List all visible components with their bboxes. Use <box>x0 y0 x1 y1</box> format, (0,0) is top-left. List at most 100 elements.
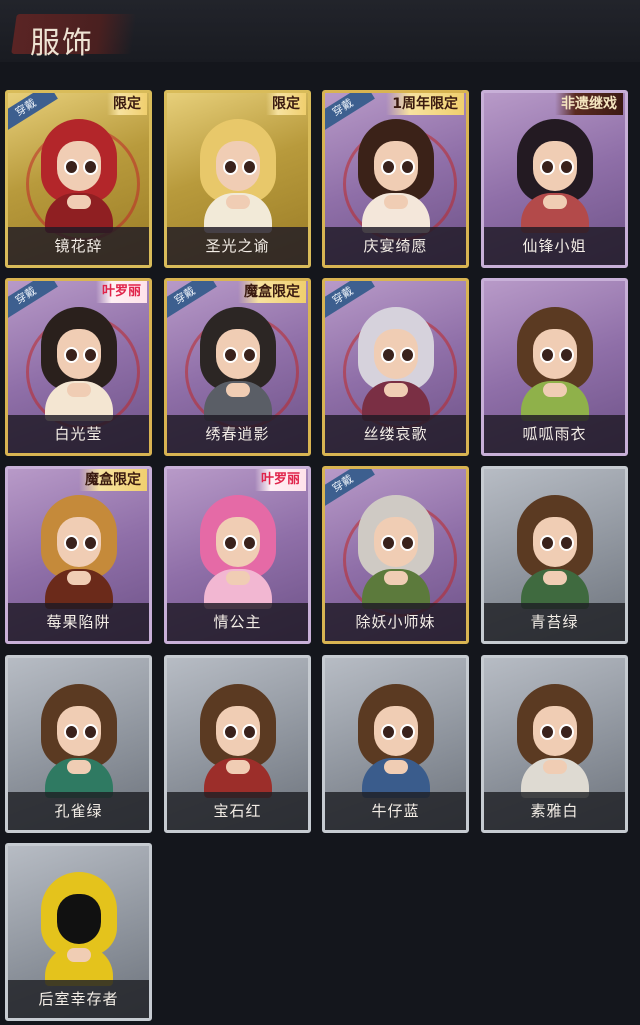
character-portrait <box>348 680 444 798</box>
costume-card[interactable]: 非遗继戏仙锋小姐 <box>481 90 628 268</box>
character-portrait <box>31 491 127 609</box>
costume-card[interactable]: 牛仔蓝 <box>322 655 469 833</box>
costume-name: 宝石红 <box>167 792 308 830</box>
costume-name: 青苔绿 <box>484 603 625 641</box>
portrait-eye <box>82 347 98 363</box>
portrait-eye <box>241 159 257 175</box>
character-portrait <box>31 115 127 233</box>
portrait-eye <box>399 159 415 175</box>
costume-name: 仙锋小姐 <box>484 227 625 265</box>
costume-card[interactable]: 穿戴 除妖小师妹 <box>322 466 469 644</box>
portrait-eye <box>539 535 555 551</box>
portrait-eye <box>539 159 555 175</box>
character-portrait <box>507 303 603 421</box>
portrait-eye <box>558 535 574 551</box>
costume-name: 莓果陷阱 <box>8 603 149 641</box>
character-portrait <box>348 491 444 609</box>
character-portrait <box>507 491 603 609</box>
limited-badge: 非遗继戏 <box>555 93 623 115</box>
costume-card[interactable]: 宝石红 <box>164 655 311 833</box>
portrait-eye <box>558 724 574 740</box>
portrait-hands <box>66 948 91 962</box>
portrait-eye <box>539 347 555 363</box>
portrait-eye <box>222 347 238 363</box>
portrait-eye <box>558 159 574 175</box>
costume-card[interactable]: 穿戴 魔盒限定 绣春逍影 <box>164 278 311 456</box>
character-portrait <box>31 680 127 798</box>
portrait-eye <box>241 535 257 551</box>
costume-card[interactable]: 穿戴 1周年限定 庆宴绮愿 <box>322 90 469 268</box>
portrait-eye <box>399 347 415 363</box>
limited-badge: 限定 <box>107 93 147 115</box>
limited-badge: 1周年限定 <box>386 93 464 115</box>
costume-card[interactable]: 呱呱雨衣 <box>481 278 628 456</box>
portrait-eye <box>222 535 238 551</box>
costume-name: 后室幸存者 <box>8 980 149 1018</box>
portrait-hands <box>225 760 250 774</box>
limited-badge: 叶罗丽 <box>254 469 306 491</box>
character-portrait <box>190 680 286 798</box>
portrait-hands <box>383 571 408 585</box>
costume-card[interactable]: 后室幸存者 <box>5 843 152 1021</box>
portrait-hands <box>225 383 250 397</box>
portrait-eye <box>82 535 98 551</box>
portrait-eye <box>380 535 396 551</box>
portrait-hands <box>383 383 408 397</box>
portrait-face <box>56 894 101 944</box>
character-portrait <box>31 868 127 986</box>
portrait-hands <box>542 195 567 209</box>
portrait-hands <box>225 195 250 209</box>
costume-card[interactable]: 青苔绿 <box>481 466 628 644</box>
portrait-eye <box>241 347 257 363</box>
character-portrait <box>190 491 286 609</box>
portrait-hands <box>66 195 91 209</box>
costume-name: 情公主 <box>167 603 308 641</box>
limited-badge: 魔盒限定 <box>79 469 147 491</box>
costume-name: 除妖小师妹 <box>325 603 466 641</box>
character-portrait <box>190 115 286 233</box>
costume-card[interactable]: 魔盒限定莓果陷阱 <box>5 466 152 644</box>
portrait-eye <box>222 159 238 175</box>
limited-badge: 限定 <box>266 93 306 115</box>
portrait-hands <box>542 760 567 774</box>
costume-name: 素雅白 <box>484 792 625 830</box>
character-portrait <box>31 303 127 421</box>
costume-card[interactable]: 穿戴 叶罗丽 白光莹 <box>5 278 152 456</box>
portrait-eye <box>63 159 79 175</box>
portrait-eye <box>63 535 79 551</box>
costume-name: 庆宴绮愿 <box>325 227 466 265</box>
character-portrait <box>507 115 603 233</box>
portrait-eye <box>399 535 415 551</box>
costume-card[interactable]: 限定圣光之谕 <box>164 90 311 268</box>
character-portrait <box>348 115 444 233</box>
costume-name: 孔雀绿 <box>8 792 149 830</box>
portrait-eye <box>222 724 238 740</box>
portrait-eye <box>63 724 79 740</box>
portrait-eye <box>63 347 79 363</box>
portrait-eye <box>399 724 415 740</box>
costume-name: 镜花辞 <box>8 227 149 265</box>
portrait-eye <box>241 724 257 740</box>
costume-name: 呱呱雨衣 <box>484 415 625 453</box>
character-portrait <box>348 303 444 421</box>
portrait-eye <box>539 724 555 740</box>
portrait-hands <box>542 571 567 585</box>
costume-name: 圣光之谕 <box>167 227 308 265</box>
costume-card[interactable]: 穿戴 丝缕哀歌 <box>322 278 469 456</box>
page-title: 服饰 <box>30 26 94 61</box>
portrait-hands <box>383 760 408 774</box>
character-portrait <box>190 303 286 421</box>
portrait-eye <box>380 159 396 175</box>
costume-card[interactable]: 素雅白 <box>481 655 628 833</box>
limited-badge: 叶罗丽 <box>95 281 147 303</box>
portrait-eye <box>380 347 396 363</box>
costume-card[interactable]: 孔雀绿 <box>5 655 152 833</box>
character-portrait <box>507 680 603 798</box>
limited-badge: 魔盒限定 <box>238 281 306 303</box>
portrait-hands <box>66 383 91 397</box>
portrait-eye <box>558 347 574 363</box>
costume-card[interactable]: 穿戴 限定 镜花辞 <box>5 90 152 268</box>
portrait-hands <box>66 760 91 774</box>
costume-name: 白光莹 <box>8 415 149 453</box>
costume-card[interactable]: 叶罗丽情公主 <box>164 466 311 644</box>
